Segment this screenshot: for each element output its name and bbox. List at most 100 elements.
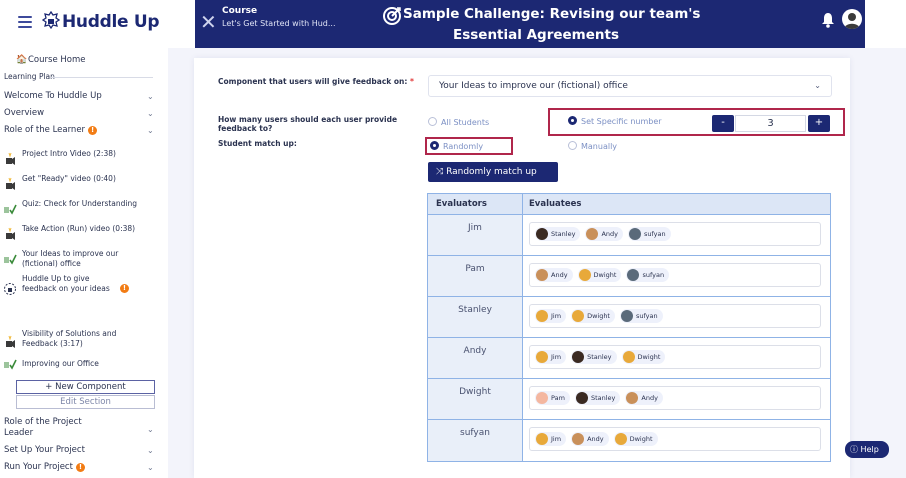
sidebar-section-label: Welcome To Huddle Up <box>4 91 102 101</box>
evaluatee-chip[interactable]: sufyan <box>619 309 663 323</box>
menu-icon[interactable] <box>18 16 32 28</box>
evaluatee-chips[interactable]: Jim Stanley Dwight <box>529 345 821 369</box>
sidebar-item-take-action[interactable]: Take Action (Run) video (0:38) <box>22 224 147 234</box>
count-input[interactable]: 3 <box>735 115 806 132</box>
evaluatee-name: Andy <box>587 435 604 443</box>
evaluatee-name: Andy <box>601 230 618 238</box>
evaluatee-chip[interactable]: Dwight <box>577 268 622 282</box>
evaluator-name: Jim <box>428 215 523 255</box>
sidebar-section-setup-project[interactable]: Set Up Your Project <box>4 445 85 455</box>
close-icon[interactable]: ✕ <box>200 10 217 34</box>
evaluatee-chip[interactable]: Jim <box>535 309 567 323</box>
chevron-down-icon[interactable]: ⌄ <box>147 92 154 101</box>
challenge-target-icon <box>383 7 401 25</box>
increment-button[interactable]: + <box>808 115 830 132</box>
evaluatee-name: Andy <box>551 271 568 279</box>
chevron-down-icon[interactable]: ⌄ <box>147 425 154 434</box>
avatar <box>626 392 639 404</box>
evaluatee-chip[interactable]: Andy <box>535 268 573 282</box>
chevron-down-icon[interactable]: ⌄ <box>147 126 154 135</box>
component-select-value: Your Ideas to improve our (fictional) of… <box>439 81 628 91</box>
evaluatee-chip[interactable]: Stanley <box>574 391 621 405</box>
sidebar-item-improving-office[interactable]: Improving our Office <box>22 359 147 369</box>
radio-randomly[interactable]: Randomly <box>430 141 483 151</box>
radio-dot <box>568 116 577 125</box>
sidebar-section-learner[interactable]: Role of the Learner! <box>4 125 98 135</box>
evaluatee-chip[interactable]: sufyan <box>626 268 670 282</box>
evaluatee-name: Pam <box>551 394 565 402</box>
sidebar-course-home[interactable]: Course Home <box>28 55 85 65</box>
table-header: Evaluators Evaluatees <box>428 194 830 215</box>
evaluatees-cell: Jim Andy Dwight <box>523 420 830 461</box>
evaluatee-chips[interactable]: Jim Dwight sufyan <box>529 304 821 328</box>
brand-name: Huddle Up <box>62 12 160 32</box>
required-mark: * <box>409 77 414 86</box>
sidebar-item-huddle-feedback[interactable]: Huddle Up to give feedback on your ideas <box>22 274 122 294</box>
table-body: Jim Stanley Andy sufyan Pam Andy Dwight sufyan S… <box>428 215 830 461</box>
chevron-down-icon: ⌄ <box>814 81 821 90</box>
shuffle-icon: ⤨ <box>436 167 447 177</box>
evaluatee-chip[interactable]: Dwight <box>621 350 666 364</box>
evaluatee-chip[interactable]: Dwight <box>571 309 615 323</box>
sidebar-item-quiz[interactable]: Quiz: Check for Understanding <box>22 199 147 209</box>
table-row: Dwight Pam Stanley Andy <box>428 379 830 420</box>
edit-section-button[interactable]: Edit Section <box>16 395 155 409</box>
sidebar-section-overview[interactable]: Overview <box>4 108 44 118</box>
evaluatee-chips[interactable]: Jim Andy Dwight <box>529 427 821 451</box>
feedback-config-card: Component that users will give feedback … <box>194 58 850 478</box>
course-label: Course <box>222 6 258 16</box>
chevron-down-icon[interactable]: ⌄ <box>147 446 154 455</box>
sidebar-item-intro-video[interactable]: Project Intro Video (2:38) <box>22 149 147 159</box>
decrement-button[interactable]: - <box>712 115 734 132</box>
evaluatee-chip[interactable]: Pam <box>535 391 570 405</box>
video-icon <box>6 227 15 240</box>
sidebar-item-ready-video[interactable]: Get "Ready" video (0:40) <box>22 174 147 184</box>
evaluator-name: Pam <box>428 256 523 296</box>
help-button[interactable]: ⓘ Help <box>845 441 889 458</box>
evaluatee-chip[interactable]: Stanley <box>535 227 581 241</box>
matchup-table: Evaluators Evaluatees Jim Stanley Andy sufy… <box>427 193 831 462</box>
warning-icon: ! <box>120 284 129 293</box>
avatar <box>572 310 585 322</box>
evaluatee-chip[interactable]: Stanley <box>571 350 617 364</box>
radio-manually[interactable]: Manually <box>568 141 617 151</box>
help-label: Help <box>860 445 879 454</box>
sidebar-item-your-ideas[interactable]: Your Ideas to improve our (fictional) of… <box>22 249 147 269</box>
sidebar-section-label: Overview <box>4 108 45 118</box>
avatar <box>536 228 548 240</box>
evaluatee-chips[interactable]: Pam Stanley Andy <box>529 386 821 410</box>
evaluatee-name: Dwight <box>587 312 610 320</box>
avatar <box>575 392 588 404</box>
evaluatee-chip[interactable]: Jim <box>535 432 567 446</box>
sidebar-section-welcome[interactable]: Welcome To Huddle Up <box>4 91 102 101</box>
component-select[interactable]: Your Ideas to improve our (fictional) of… <box>428 75 832 97</box>
radio-dot <box>568 141 577 150</box>
evaluator-name: sufyan <box>428 420 523 461</box>
evaluatee-chip[interactable]: Andy <box>571 432 609 446</box>
new-component-button[interactable]: + New Component <box>16 380 155 394</box>
radio-all-students[interactable]: All Students <box>428 117 489 127</box>
evaluatee-chips[interactable]: Andy Dwight sufyan <box>529 263 821 287</box>
home-icon[interactable]: 🏠 <box>16 55 27 65</box>
evaluatee-chip[interactable]: Andy <box>585 227 623 241</box>
radio-specific-number[interactable]: Set Specific number <box>568 116 662 126</box>
sidebar-section-run-project[interactable]: Run Your Project! <box>4 462 85 472</box>
evaluatee-chip[interactable]: Andy <box>625 391 663 405</box>
randomly-match-up-button[interactable]: ⤨ Randomly match up <box>428 162 558 182</box>
logo-area: Huddle Up <box>0 0 195 48</box>
sidebar-item-visibility[interactable]: Visibility of Solutions and Feedback (3:… <box>22 329 147 349</box>
chevron-down-icon[interactable]: ⌄ <box>147 463 154 472</box>
evaluatee-chips[interactable]: Stanley Andy sufyan <box>529 222 821 246</box>
bell-icon[interactable] <box>821 12 835 28</box>
user-avatar[interactable] <box>842 9 862 29</box>
sidebar-section-project-leader[interactable]: Role of the Project Leader <box>4 417 104 439</box>
evaluatee-name: Dwight <box>593 271 617 279</box>
quiz-icon <box>4 254 17 265</box>
evaluator-name: Stanley <box>428 297 523 337</box>
sidebar-section-label: Role of the Learner <box>4 125 86 135</box>
chevron-down-icon[interactable]: ⌄ <box>147 109 154 118</box>
evaluatee-chip[interactable]: Dwight <box>613 432 658 446</box>
evaluatee-chip[interactable]: Jim <box>535 350 567 364</box>
avatar <box>622 351 635 363</box>
evaluatee-chip[interactable]: sufyan <box>627 227 671 241</box>
